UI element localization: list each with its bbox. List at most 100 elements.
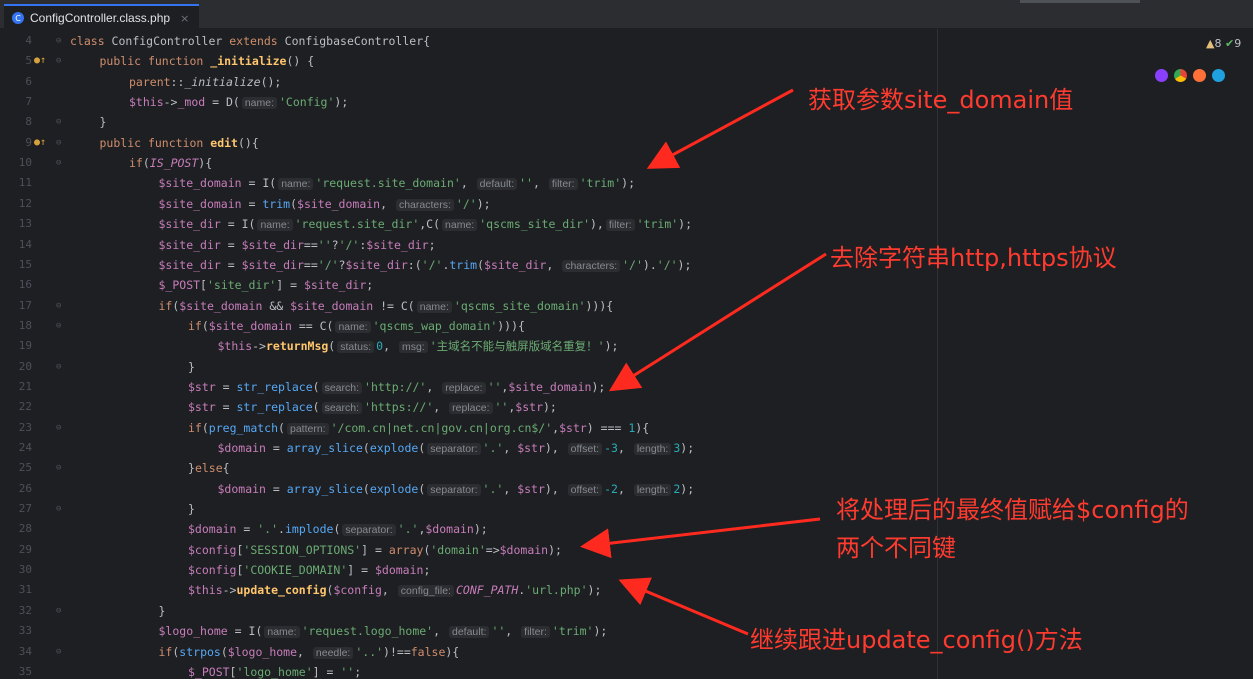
code-line[interactable]: $domain = array_slice(explode(separator:… [218, 438, 694, 458]
code-line[interactable]: $logo_home = I(name:'request.logo_home',… [159, 621, 607, 641]
code-token: (); [260, 74, 282, 89]
line-number[interactable]: 29 [0, 540, 32, 560]
firefox-icon[interactable] [1193, 69, 1206, 82]
code-line[interactable]: if(IS_POST){ [129, 153, 212, 173]
code-line[interactable]: $_POST['site_dir'] = $site_dir; [159, 275, 374, 295]
line-number[interactable]: 31 [0, 580, 32, 600]
code-editor[interactable]: 4 ⊖ 5 ●↑ ⊖ 6 7 8 ⊖ 9 ●↑ ⊖ 10 ⊖ 11 12 13 14 15 16 17 ⊖ 18 ⊖ 19 20 ⊖… [0, 29, 1253, 679]
code-token: ))){ [585, 298, 614, 313]
edge-icon[interactable] [1212, 69, 1225, 82]
line-number[interactable]: 30 [0, 560, 32, 580]
code-area[interactable]: class ConfigController extends Configbas… [70, 29, 1253, 679]
line-number[interactable]: 8 [0, 112, 32, 132]
line-number[interactable]: 16 [0, 275, 32, 295]
line-number[interactable]: 23 [0, 418, 32, 438]
code-line[interactable]: class ConfigController extends Configbas… [70, 31, 430, 51]
line-number[interactable]: 20 [0, 357, 32, 377]
code-line[interactable]: } [188, 499, 195, 519]
code-token: 'request.logo_home' [301, 624, 434, 639]
line-number[interactable]: 5 [0, 51, 32, 71]
line-number[interactable]: 6 [0, 72, 32, 92]
line-number[interactable]: 34 [0, 642, 32, 662]
line-number[interactable]: 35 [0, 662, 32, 679]
line-number[interactable]: 14 [0, 235, 32, 255]
code-line[interactable]: $site_dir = $site_dir==''?'/':$site_dir; [159, 235, 436, 255]
code-line[interactable]: $_POST['logo_home'] = ''; [188, 662, 361, 679]
phpstorm-icon[interactable] [1155, 69, 1168, 82]
override-marker-icon[interactable]: ●↑ [34, 133, 46, 153]
line-number[interactable]: 26 [0, 479, 32, 499]
code-token: ( [201, 318, 209, 333]
line-number[interactable]: 17 [0, 296, 32, 316]
line-number[interactable]: 22 [0, 397, 32, 417]
code-token: (){ [237, 135, 259, 150]
close-icon[interactable]: × [180, 12, 189, 25]
fold-icon[interactable]: ⊖ [56, 418, 64, 438]
fold-icon[interactable]: ⊖ [56, 642, 64, 662]
file-tab[interactable]: C ConfigController.class.php × [4, 4, 200, 30]
fold-icon[interactable]: ⊖ [56, 458, 64, 478]
line-number[interactable]: 7 [0, 92, 32, 112]
line-number[interactable]: 11 [0, 173, 32, 193]
code-line[interactable]: $site_dir = I(name:'request.site_dir',C(… [159, 214, 692, 234]
fold-icon[interactable]: ⊖ [56, 499, 64, 519]
line-number[interactable]: 13 [0, 214, 32, 234]
code-token: ] = [347, 563, 375, 578]
line-number[interactable]: 21 [0, 377, 32, 397]
fold-icon[interactable]: ⊖ [56, 51, 64, 71]
code-line[interactable]: } [159, 601, 166, 621]
code-line[interactable]: public function edit(){ [100, 133, 259, 153]
fold-icon[interactable]: ⊖ [56, 153, 64, 173]
code-line[interactable]: if($site_domain == C(name:'qscms_wap_dom… [188, 316, 525, 336]
code-line[interactable]: } [188, 357, 195, 377]
code-line[interactable]: public function _initialize() { [100, 51, 315, 71]
line-number[interactable]: 33 [0, 621, 32, 641]
code-line[interactable]: $site_dir = $site_dir=='/'?$site_dir:('/… [159, 255, 691, 275]
code-line[interactable]: if(preg_match(pattern: '/com.cn|net.cn|go… [188, 418, 649, 438]
line-number[interactable]: 15 [0, 255, 32, 275]
fold-icon[interactable]: ⊖ [56, 357, 64, 377]
line-number[interactable]: 4 [0, 31, 32, 51]
fold-icon[interactable]: ⊖ [56, 31, 64, 51]
code-token: '.' [257, 522, 279, 537]
code-line[interactable]: $site_domain = trim($site_domain, charac… [159, 194, 491, 214]
fold-icon[interactable]: ⊖ [56, 296, 64, 316]
fold-icon[interactable]: ⊖ [56, 316, 64, 336]
line-number[interactable]: 32 [0, 601, 32, 621]
code-line[interactable]: }else{ [188, 458, 230, 478]
code-line[interactable]: $str = str_replace(search:'http://', rep… [188, 377, 605, 397]
code-line[interactable]: $str = str_replace(search:'https://', re… [188, 397, 557, 417]
line-number[interactable]: 25 [0, 458, 32, 478]
chrome-icon[interactable] [1174, 69, 1187, 82]
fold-icon[interactable]: ⊖ [56, 601, 64, 621]
code-line[interactable]: $site_domain = I(name:'request.site_doma… [159, 173, 635, 193]
fold-icon[interactable]: ⊖ [56, 112, 64, 132]
code-token: $str [515, 400, 543, 415]
fold-icon[interactable]: ⊖ [56, 133, 64, 153]
code-line[interactable]: $this->_mod = D(name: 'Config'); [129, 92, 348, 112]
annotation-get-param: 获取参数site_domain值 [808, 86, 1074, 114]
inspection-widget[interactable]: ▲8 ✔9 [1206, 37, 1241, 50]
code-line[interactable]: $this->returnMsg(status: 0, msg: '主域名不能与触屏… [218, 336, 618, 356]
line-number[interactable]: 10 [0, 153, 32, 173]
code-line[interactable]: $config['COOKIE_DOMAIN'] = $domain; [188, 560, 430, 580]
line-number[interactable]: 27 [0, 499, 32, 519]
line-number[interactable]: 18 [0, 316, 32, 336]
code-line[interactable]: $domain = '.'.implode(separator: '.',$dom… [188, 519, 488, 539]
code-line[interactable]: parent::_initialize(); [129, 72, 281, 92]
line-number[interactable]: 24 [0, 438, 32, 458]
code-line[interactable]: $this->update_config($config, config_fil… [188, 580, 601, 600]
code-line[interactable]: $config['SESSION_OPTIONS'] = array('doma… [188, 540, 562, 560]
override-marker-icon[interactable]: ●↑ [34, 51, 46, 71]
parameter-hint: replace: [442, 381, 486, 394]
line-number[interactable]: 19 [0, 336, 32, 356]
line-number[interactable]: 28 [0, 519, 32, 539]
code-line[interactable]: $domain = array_slice(explode(separator:… [218, 479, 694, 499]
code-line[interactable]: if($site_domain && $site_domain != C(nam… [159, 296, 614, 316]
code-token: ), [590, 217, 604, 232]
code-line[interactable]: } [100, 112, 107, 132]
code-token: 'Config' [279, 95, 335, 110]
code-line[interactable]: if(strpos($logo_home, needle: '..')!==fal… [159, 642, 459, 662]
line-number[interactable]: 9 [0, 133, 32, 153]
line-number[interactable]: 12 [0, 194, 32, 214]
